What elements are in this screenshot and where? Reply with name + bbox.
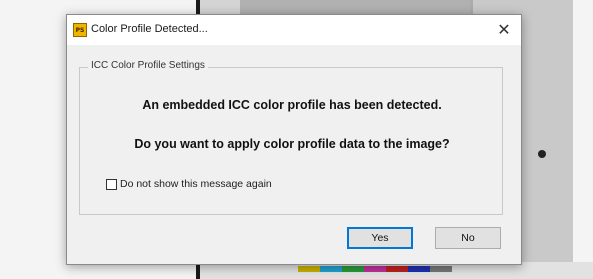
background-strip	[573, 0, 593, 279]
no-button[interactable]: No	[435, 227, 501, 249]
dialog-title: Color Profile Detected...	[91, 23, 208, 35]
background-dot	[538, 150, 546, 158]
group-label: ICC Color Profile Settings	[88, 60, 208, 71]
close-icon[interactable]: ✕	[487, 15, 521, 45]
dialog-titlebar: PS Color Profile Detected... ✕	[67, 15, 521, 45]
background-swatches	[298, 266, 452, 272]
dont-show-again-label[interactable]: Do not show this message again	[120, 178, 272, 190]
message-line-2: Do you want to apply color profile data …	[134, 137, 450, 151]
background-top-strip	[240, 0, 473, 14]
message-line-1: An embedded ICC color profile has been d…	[142, 98, 442, 112]
color-profile-dialog: PS Color Profile Detected... ✕ ICC Color…	[66, 14, 522, 265]
app-icon: PS	[73, 23, 87, 37]
dont-show-again-checkbox[interactable]	[106, 178, 117, 190]
yes-button[interactable]: Yes	[347, 227, 413, 249]
dont-show-again-row[interactable]: Do not show this message again	[106, 178, 272, 190]
icc-settings-group: ICC Color Profile Settings An embedded I…	[79, 60, 503, 215]
